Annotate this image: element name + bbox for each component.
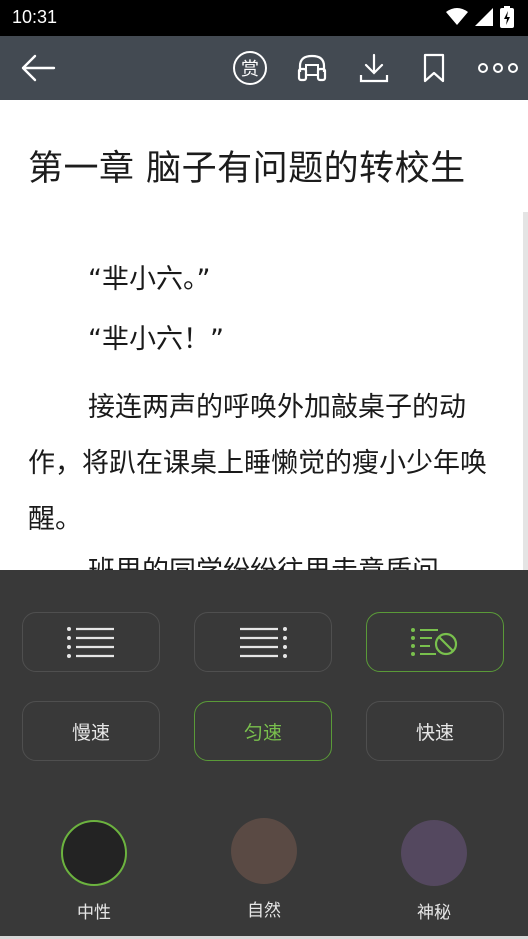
download-button[interactable] — [348, 36, 400, 100]
more-button[interactable] — [472, 36, 524, 100]
bookmark-icon — [423, 53, 445, 83]
voice-option-neutral[interactable]: 中性 — [44, 820, 144, 923]
paragraph: 接连两声的呼唤外加敲桌子的动作，将趴在课桌上睡懒觉的瘦小少年唤醒。 — [28, 392, 487, 535]
wifi-icon — [446, 8, 468, 25]
voice-swatch — [401, 820, 467, 886]
speed-fast-button[interactable]: 快速 — [366, 701, 504, 761]
more-icon — [478, 63, 518, 73]
cellular-signal-icon — [475, 8, 493, 26]
read-aloud-button[interactable] — [286, 36, 338, 100]
page-scrollbar[interactable] — [523, 212, 528, 570]
reading-page[interactable]: 第一章 脑子有问题的转校生 “芈小六。” “芈小六！” 接连两声的呼唤外加敲桌子… — [0, 100, 528, 570]
paragraph: 班里的同学纷纷往里走意质问 — [28, 544, 498, 570]
back-button[interactable] — [12, 36, 64, 100]
voice-label: 自然 — [247, 901, 281, 921]
speed-slow-button[interactable]: 慢速 — [22, 701, 160, 761]
read-aloud-settings-panel: 慢速 匀速 快速 中性 自然 神秘 — [0, 570, 528, 939]
list-right-icon — [240, 627, 287, 658]
download-icon — [359, 53, 389, 83]
voice-option-natural[interactable]: 自然 — [214, 818, 314, 921]
back-arrow-icon — [21, 54, 56, 82]
reward-icon-label: 赏 — [241, 59, 259, 80]
bookmark-button[interactable] — [408, 36, 460, 100]
voice-swatch — [61, 820, 127, 886]
battery-charging-icon — [500, 6, 514, 28]
list-mode-button[interactable] — [22, 612, 160, 672]
reward-icon: 赏 — [233, 51, 267, 85]
voice-label: 神秘 — [417, 903, 451, 923]
paragraph: “芈小六！” — [88, 324, 224, 355]
paragraph: “芈小六。” — [88, 264, 211, 295]
reward-button[interactable]: 赏 — [224, 36, 276, 100]
reader-toolbar: 赏 — [0, 36, 528, 100]
status-icons — [446, 6, 514, 28]
headphone-icon — [297, 54, 327, 82]
list-timer-off-icon — [411, 628, 458, 656]
voice-option-mysterious[interactable]: 神秘 — [384, 820, 484, 923]
list-icon — [67, 627, 114, 658]
status-time: 10:31 — [12, 7, 58, 27]
voice-label: 中性 — [77, 903, 111, 923]
speed-normal-button[interactable]: 匀速 — [194, 701, 332, 761]
status-bar: 10:31 — [0, 0, 528, 36]
timer-off-mode-button[interactable] — [366, 612, 504, 672]
list-right-mode-button[interactable] — [194, 612, 332, 672]
chapter-title: 第一章 脑子有问题的转校生 — [28, 149, 466, 189]
voice-swatch — [231, 818, 297, 884]
